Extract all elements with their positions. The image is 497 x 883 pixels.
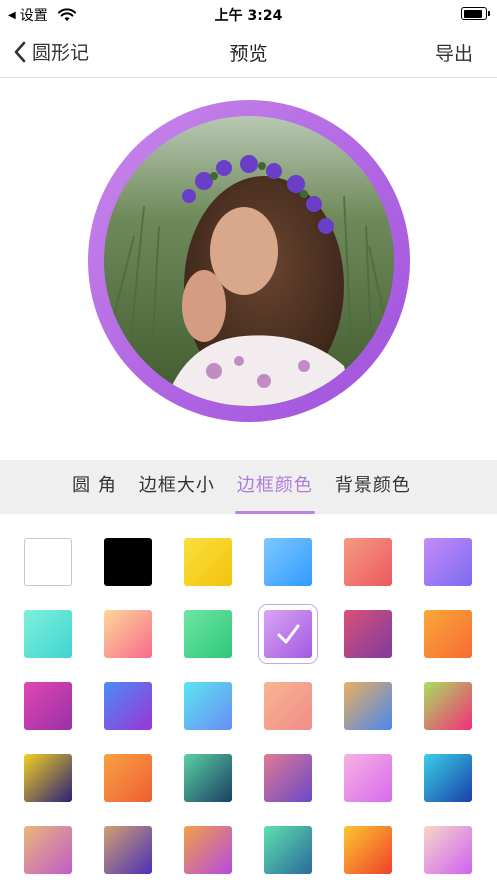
color-swatch-orange[interactable] (424, 610, 472, 658)
color-swatch-sky-navy[interactable] (424, 754, 472, 802)
color-swatch-mint-teal[interactable] (264, 826, 312, 874)
tab-background-color[interactable]: 背景颜色 (335, 460, 411, 514)
color-swatch-apricot[interactable] (264, 682, 312, 730)
color-swatch-purple[interactable] (258, 604, 318, 664)
color-swatch-pink-orchid[interactable] (344, 754, 392, 802)
preview-area (0, 78, 497, 460)
color-swatch-green[interactable] (184, 610, 232, 658)
navigation-bar: 圆形记 预览 导出 (0, 28, 497, 78)
color-swatch-tangerine[interactable] (104, 754, 152, 802)
color-swatch-tan-orchid[interactable] (24, 826, 72, 874)
color-swatch-lime-red[interactable] (424, 682, 472, 730)
tab-corner-radius[interactable]: 圆 角 (72, 460, 117, 514)
back-button[interactable]: 圆形记 (12, 38, 89, 65)
color-swatch-sun-orange[interactable] (344, 826, 392, 874)
status-bar: ◀ 设置 上午 3:24 (0, 0, 497, 28)
color-swatch-cyan-blue[interactable] (184, 682, 232, 730)
color-swatch-teal-dark[interactable] (184, 754, 232, 802)
color-swatch-plum[interactable] (344, 610, 392, 658)
color-swatch-lavender-blue[interactable] (424, 538, 472, 586)
avatar-border-ring (88, 100, 410, 422)
color-swatch-bronze-indigo[interactable] (104, 826, 152, 874)
tab-border-size[interactable]: 边框大小 (139, 460, 215, 514)
color-swatch-black[interactable] (104, 538, 152, 586)
avatar-photo (104, 116, 394, 406)
color-swatch-light-blue[interactable] (264, 538, 312, 586)
settings-tabs: 圆 角 边框大小 边框颜色 背景颜色 (0, 460, 497, 514)
color-swatch-blue-violet[interactable] (104, 682, 152, 730)
tab-border-color[interactable]: 边框颜色 (234, 460, 315, 514)
color-swatch-peach-pink[interactable] (104, 610, 152, 658)
color-swatch-cream-orchid[interactable] (424, 826, 472, 874)
color-swatch-white[interactable] (24, 538, 72, 586)
color-swatch-aqua[interactable] (24, 610, 72, 658)
battery-fill (463, 9, 482, 18)
color-swatch-magenta[interactable] (24, 682, 72, 730)
color-swatch-yellow[interactable] (184, 538, 232, 586)
back-button-label: 圆形记 (32, 42, 90, 64)
status-time: 上午 3:24 (214, 8, 283, 24)
checkmark-icon (264, 610, 312, 658)
chevron-left-icon (14, 41, 26, 62)
export-button[interactable]: 导出 (435, 39, 473, 66)
color-swatch-salmon[interactable] (344, 538, 392, 586)
color-swatch-grid (0, 514, 497, 883)
color-swatch-rose-violet[interactable] (264, 754, 312, 802)
color-swatch-sand-blue[interactable] (344, 682, 392, 730)
portrait-image (104, 116, 394, 406)
color-swatch-gold-navy[interactable] (24, 754, 72, 802)
battery-icon (461, 7, 490, 20)
color-swatch-amber-violet[interactable] (184, 826, 232, 874)
